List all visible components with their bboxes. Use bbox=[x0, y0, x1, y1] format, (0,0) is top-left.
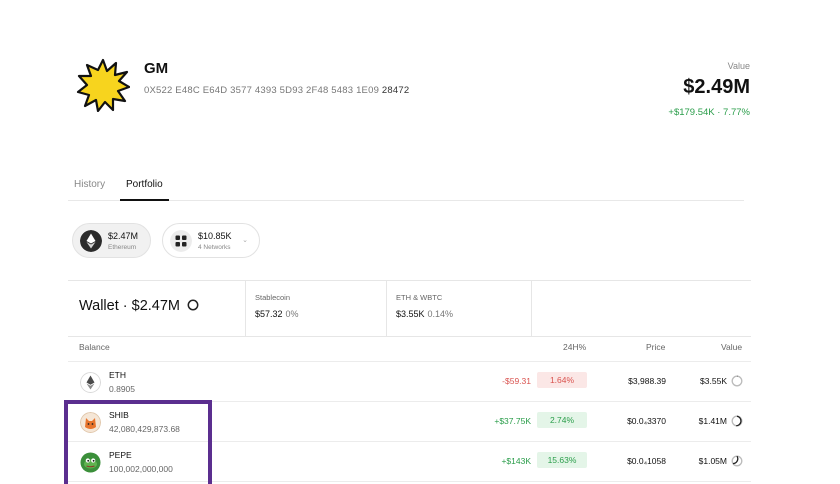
header-balance: Balance bbox=[79, 342, 110, 352]
grid-icon bbox=[170, 230, 192, 252]
tab-portfolio[interactable]: Portfolio bbox=[120, 179, 169, 201]
tab-history[interactable]: History bbox=[74, 179, 105, 190]
table-row[interactable]: SHIB 42,080,429,873.68 +$37.75K 2.74% $0… bbox=[68, 402, 751, 442]
header-24h: 24H% bbox=[563, 342, 587, 352]
table-row[interactable]: ETH 0.8905 -$59.31 1.64% $3,988.39 $3.55… bbox=[68, 362, 751, 402]
sun-avatar-icon bbox=[76, 58, 130, 112]
total-value-change: +$179.54K · 7.77% bbox=[668, 107, 750, 118]
wallet-address[interactable]: 0X522 E48C E64D 3577 4393 5D93 2F48 5483… bbox=[144, 85, 409, 96]
eth-icon bbox=[80, 372, 101, 393]
coin-change-percent: 1.64% bbox=[537, 372, 587, 388]
coin-symbol: SHIB bbox=[109, 410, 129, 420]
cell-amount: $57.32 bbox=[255, 309, 283, 319]
network-chip-others[interactable]: $10.85K 4 Networks ⌄ bbox=[162, 223, 260, 258]
address-prefix: 0X522 E48C E64D 3577 4393 5D93 2F48 5483… bbox=[144, 85, 380, 96]
cell-value: $57.32 0% bbox=[255, 309, 299, 319]
tab-bar: History Portfolio bbox=[68, 168, 744, 201]
coin-symbol: PEPE bbox=[109, 450, 132, 460]
cell-percent: 0.14% bbox=[427, 309, 454, 319]
coin-price: $3,988.39 bbox=[628, 376, 666, 386]
coin-symbol: ETH bbox=[109, 370, 126, 380]
allocation-pie-icon bbox=[731, 415, 743, 427]
allocation-pie-icon bbox=[731, 375, 743, 387]
allocation-pie-icon bbox=[731, 455, 743, 467]
network-chip-label: 4 Networks bbox=[198, 244, 231, 251]
coin-price: $0.0₄3370 bbox=[627, 416, 666, 426]
cell-amount: $3.55K bbox=[396, 309, 425, 319]
coin-value: $3.55K bbox=[700, 376, 727, 386]
coin-balance: 100,002,000,000 bbox=[109, 464, 173, 474]
network-chip-ethereum[interactable]: $2.47M Ethereum bbox=[72, 223, 151, 258]
coin-value: $1.05M bbox=[698, 456, 727, 466]
coin-value: $1.41M bbox=[698, 416, 727, 426]
shib-icon bbox=[80, 412, 101, 433]
wallet-cell-stablecoin[interactable]: Stablecoin $57.32 0% bbox=[245, 281, 386, 336]
loading-circle-icon bbox=[187, 299, 199, 311]
cell-percent: 0% bbox=[285, 309, 299, 319]
network-chip-label: Ethereum bbox=[108, 244, 137, 251]
network-chip-amount: $2.47M bbox=[108, 231, 139, 241]
coin-change-percent: 2.74% bbox=[537, 412, 587, 428]
profile-name: GM bbox=[144, 60, 169, 77]
wallet-summary: Wallet · $2.47M Stablecoin $57.32 0% ETH … bbox=[68, 280, 751, 337]
coin-balance: 0.8905 bbox=[109, 384, 135, 394]
cell-label: ETH & WBTC bbox=[396, 293, 443, 302]
network-chip-amount: $10.85K bbox=[198, 231, 232, 241]
coin-change: -$59.31 bbox=[502, 376, 531, 386]
ethereum-icon bbox=[80, 230, 102, 252]
total-value-amount: $2.49M bbox=[683, 76, 750, 98]
wallet-cell-eth-wbtc[interactable]: ETH & WBTC $3.55K 0.14% bbox=[386, 281, 531, 336]
wallet-title-text: Wallet · $2.47M bbox=[79, 298, 180, 314]
cell-value: $3.55K 0.14% bbox=[396, 309, 453, 319]
coin-balance: 42,080,429,873.68 bbox=[109, 424, 180, 434]
address-suffix: 28472 bbox=[381, 85, 410, 96]
wallet-title: Wallet · $2.47M bbox=[79, 298, 199, 314]
chevron-down-icon: ⌄ bbox=[242, 237, 248, 244]
coin-change: +$37.75K bbox=[494, 416, 531, 426]
header-value: Value bbox=[721, 342, 743, 352]
wallet-cell-empty bbox=[531, 281, 751, 336]
coin-price: $0.0₄1058 bbox=[627, 456, 666, 466]
table-header: Balance 24H% Price Value bbox=[68, 337, 751, 362]
header-price: Price bbox=[646, 342, 666, 352]
coin-change-percent: 15.63% bbox=[537, 452, 587, 468]
pepe-icon bbox=[80, 452, 101, 473]
cell-label: Stablecoin bbox=[255, 293, 291, 302]
coin-change: +$143K bbox=[501, 456, 531, 466]
total-value-label: Value bbox=[727, 61, 750, 71]
table-row[interactable]: PEPE 100,002,000,000 +$143K 15.63% $0.0₄… bbox=[68, 442, 751, 482]
